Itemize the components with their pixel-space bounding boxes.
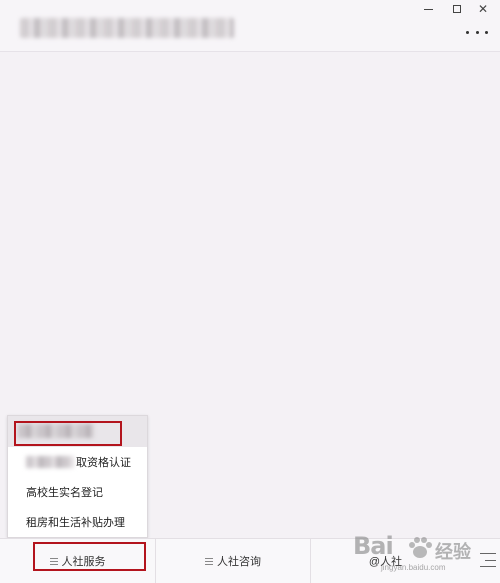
tab-label: @人社 xyxy=(368,556,403,568)
menu-icon xyxy=(49,557,58,565)
submenu-item-rent-subsidy[interactable]: 租房和生活补贴办理 xyxy=(8,507,147,537)
submenu-item-label: 高校生实名登记 xyxy=(26,487,103,499)
keyboard-toggle-button[interactable] xyxy=(480,553,496,567)
menu-icon xyxy=(205,557,213,565)
submenu-item-student-registration[interactable]: 高校生实名登记 xyxy=(8,477,147,507)
tab-renshe-consult[interactable]: 人社咨询 xyxy=(155,539,310,583)
tab-label: 人社服务 xyxy=(61,556,106,568)
submenu-item-qualification[interactable]: 取资格认证 xyxy=(8,447,147,477)
submenu-item-label: 租房和生活补贴办理 xyxy=(26,517,125,529)
minimize-icon xyxy=(423,8,433,10)
minimize-button[interactable] xyxy=(417,1,439,17)
tab-at-renshe[interactable]: @人社 xyxy=(310,539,460,583)
more-icon xyxy=(466,30,469,34)
submenu-item-blurred[interactable] xyxy=(8,416,147,447)
close-button[interactable]: ✕ xyxy=(472,1,494,17)
bottom-menu-bar: 人社服务 人社咨询 @人社 xyxy=(0,538,500,583)
keyboard-icon xyxy=(480,553,496,554)
close-icon: ✕ xyxy=(477,2,489,16)
submenu-popup: 取资格认证 高校生实名登记 租房和生活补贴办理 xyxy=(7,415,148,538)
more-options-button[interactable] xyxy=(466,26,488,38)
blurred-prefix xyxy=(26,456,74,468)
submenu-item-label: 取资格认证 xyxy=(76,457,131,469)
blurred-label xyxy=(18,424,94,438)
blurred-title xyxy=(20,18,234,38)
tab-label: 人社咨询 xyxy=(217,556,261,568)
title-bar: ✕ xyxy=(0,0,500,52)
maximize-icon xyxy=(453,5,461,13)
tab-renshe-service[interactable]: 人社服务 xyxy=(0,539,155,583)
maximize-button[interactable] xyxy=(446,1,468,17)
